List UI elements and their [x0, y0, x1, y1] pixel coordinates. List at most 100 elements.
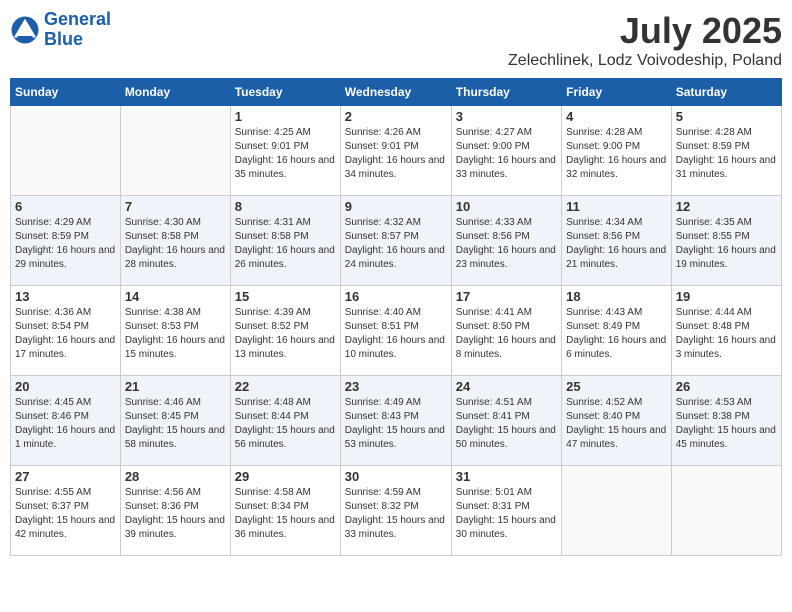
calendar-cell: 6 Sunrise: 4:29 AM Sunset: 8:59 PM Daylig… — [11, 196, 121, 286]
calendar-week-row: 13Sunrise: 4:36 AM Sunset: 8:54 PM Dayli… — [11, 286, 782, 376]
day-info: Sunrise: 4:27 AM Sunset: 9:00 PM Dayligh… — [456, 126, 557, 182]
day-info: Sunrise: 4:38 AM Sunset: 8:53 PM Dayligh… — [125, 306, 226, 362]
day-info: Sunrise: 4:26 AM Sunset: 9:01 PM Dayligh… — [345, 126, 447, 182]
day-number: 1 — [235, 109, 336, 124]
calendar-cell: 23 Sunrise: 4:49 AM Sunset: 8:43 PM Dayli… — [340, 376, 451, 466]
day-number: 4 — [566, 109, 667, 124]
weekday-header: Sunday — [11, 79, 121, 106]
location-title: Zelechlinek, Lodz Voivodeship, Poland — [508, 52, 782, 70]
title-block: July 2025 Zelechlinek, Lodz Voivodeship,… — [508, 10, 782, 70]
calendar-table: SundayMondayTuesdayWednesdayThursdayFrid… — [10, 78, 782, 556]
day-info: Sunrise: 4:48 AM Sunset: 8:44 PM Dayligh… — [235, 396, 336, 452]
day-info: Sunrise: 4:25 AM Sunset: 9:01 PM Dayligh… — [235, 126, 336, 182]
calendar-cell: 13Sunrise: 4:36 AM Sunset: 8:54 PM Dayli… — [11, 286, 121, 376]
day-number: 31 — [456, 469, 557, 484]
calendar-week-row: 6 Sunrise: 4:29 AM Sunset: 8:59 PM Daylig… — [11, 196, 782, 286]
day-info: Sunrise: 4:53 AM Sunset: 8:38 PM Dayligh… — [676, 396, 777, 452]
day-info: Sunrise: 4:30 AM Sunset: 8:58 PM Dayligh… — [125, 216, 226, 272]
calendar-cell: 22Sunrise: 4:48 AM Sunset: 8:44 PM Dayli… — [230, 376, 340, 466]
calendar-cell: 1 Sunrise: 4:25 AM Sunset: 9:01 PM Daylig… — [230, 106, 340, 196]
day-info: Sunrise: 4:55 AM Sunset: 8:37 PM Dayligh… — [15, 486, 116, 542]
day-number: 5 — [676, 109, 777, 124]
calendar-cell: 21 Sunrise: 4:46 AM Sunset: 8:45 PM Dayli… — [120, 376, 230, 466]
day-number: 2 — [345, 109, 447, 124]
day-number: 16 — [345, 289, 447, 304]
calendar-cell: 8 Sunrise: 4:31 AM Sunset: 8:58 PM Daylig… — [230, 196, 340, 286]
day-number: 29 — [235, 469, 336, 484]
calendar-cell: 25Sunrise: 4:52 AM Sunset: 8:40 PM Dayli… — [562, 376, 672, 466]
calendar-cell: 19 Sunrise: 4:44 AM Sunset: 8:48 PM Dayli… — [671, 286, 781, 376]
day-info: Sunrise: 4:43 AM Sunset: 8:49 PM Dayligh… — [566, 306, 667, 362]
day-number: 25 — [566, 379, 667, 394]
day-info: Sunrise: 4:31 AM Sunset: 8:58 PM Dayligh… — [235, 216, 336, 272]
calendar-cell: 14 Sunrise: 4:38 AM Sunset: 8:53 PM Dayli… — [120, 286, 230, 376]
day-info: Sunrise: 4:28 AM Sunset: 9:00 PM Dayligh… — [566, 126, 667, 182]
weekday-header: Monday — [120, 79, 230, 106]
calendar-header-row: SundayMondayTuesdayWednesdayThursdayFrid… — [11, 79, 782, 106]
day-number: 9 — [345, 199, 447, 214]
logo-icon — [10, 15, 40, 45]
day-number: 7 — [125, 199, 226, 214]
page-header: General Blue July 2025 Zelechlinek, Lodz… — [10, 10, 782, 70]
weekday-header: Wednesday — [340, 79, 451, 106]
logo: General Blue — [10, 10, 111, 50]
day-number: 8 — [235, 199, 336, 214]
day-number: 11 — [566, 199, 667, 214]
calendar-cell: 3Sunrise: 4:27 AM Sunset: 9:00 PM Daylig… — [451, 106, 561, 196]
month-title: July 2025 — [508, 10, 782, 52]
day-number: 20 — [15, 379, 116, 394]
calendar-cell: 26 Sunrise: 4:53 AM Sunset: 8:38 PM Dayli… — [671, 376, 781, 466]
day-number: 24 — [456, 379, 557, 394]
calendar-cell — [671, 466, 781, 556]
calendar-cell — [562, 466, 672, 556]
day-info: Sunrise: 4:41 AM Sunset: 8:50 PM Dayligh… — [456, 306, 557, 362]
calendar-week-row: 1 Sunrise: 4:25 AM Sunset: 9:01 PM Daylig… — [11, 106, 782, 196]
day-number: 26 — [676, 379, 777, 394]
logo-text: General Blue — [44, 10, 111, 50]
calendar-cell: 29 Sunrise: 4:58 AM Sunset: 8:34 PM Dayli… — [230, 466, 340, 556]
calendar-cell: 4 Sunrise: 4:28 AM Sunset: 9:00 PM Daylig… — [562, 106, 672, 196]
calendar-cell: 10Sunrise: 4:33 AM Sunset: 8:56 PM Dayli… — [451, 196, 561, 286]
day-info: Sunrise: 4:58 AM Sunset: 8:34 PM Dayligh… — [235, 486, 336, 542]
day-number: 12 — [676, 199, 777, 214]
calendar-cell: 17 Sunrise: 4:41 AM Sunset: 8:50 PM Dayli… — [451, 286, 561, 376]
calendar-cell: 5 Sunrise: 4:28 AM Sunset: 8:59 PM Daylig… — [671, 106, 781, 196]
day-number: 15 — [235, 289, 336, 304]
day-number: 14 — [125, 289, 226, 304]
calendar-cell: 30Sunrise: 4:59 AM Sunset: 8:32 PM Dayli… — [340, 466, 451, 556]
day-info: Sunrise: 4:39 AM Sunset: 8:52 PM Dayligh… — [235, 306, 336, 362]
day-number: 6 — [15, 199, 116, 214]
day-info: Sunrise: 4:29 AM Sunset: 8:59 PM Dayligh… — [15, 216, 116, 272]
day-number: 19 — [676, 289, 777, 304]
calendar-cell: 20 Sunrise: 4:45 AM Sunset: 8:46 PM Dayli… — [11, 376, 121, 466]
day-info: Sunrise: 4:28 AM Sunset: 8:59 PM Dayligh… — [676, 126, 777, 182]
weekday-header: Friday — [562, 79, 672, 106]
day-info: Sunrise: 4:32 AM Sunset: 8:57 PM Dayligh… — [345, 216, 447, 272]
calendar-cell: 2 Sunrise: 4:26 AM Sunset: 9:01 PM Daylig… — [340, 106, 451, 196]
weekday-header: Thursday — [451, 79, 561, 106]
calendar-cell: 31 Sunrise: 5:01 AM Sunset: 8:31 PM Dayli… — [451, 466, 561, 556]
day-info: Sunrise: 4:46 AM Sunset: 8:45 PM Dayligh… — [125, 396, 226, 452]
calendar-cell — [120, 106, 230, 196]
day-info: Sunrise: 4:45 AM Sunset: 8:46 PM Dayligh… — [15, 396, 116, 452]
day-info: Sunrise: 4:33 AM Sunset: 8:56 PM Dayligh… — [456, 216, 557, 272]
calendar-cell: 12 Sunrise: 4:35 AM Sunset: 8:55 PM Dayli… — [671, 196, 781, 286]
day-info: Sunrise: 4:35 AM Sunset: 8:55 PM Dayligh… — [676, 216, 777, 272]
day-number: 17 — [456, 289, 557, 304]
day-info: Sunrise: 4:44 AM Sunset: 8:48 PM Dayligh… — [676, 306, 777, 362]
calendar-cell: 11Sunrise: 4:34 AM Sunset: 8:56 PM Dayli… — [562, 196, 672, 286]
day-number: 23 — [345, 379, 447, 394]
day-number: 21 — [125, 379, 226, 394]
day-info: Sunrise: 5:01 AM Sunset: 8:31 PM Dayligh… — [456, 486, 557, 542]
day-info: Sunrise: 4:51 AM Sunset: 8:41 PM Dayligh… — [456, 396, 557, 452]
weekday-header: Saturday — [671, 79, 781, 106]
calendar-week-row: 20 Sunrise: 4:45 AM Sunset: 8:46 PM Dayli… — [11, 376, 782, 466]
day-info: Sunrise: 4:49 AM Sunset: 8:43 PM Dayligh… — [345, 396, 447, 452]
calendar-cell: 9 Sunrise: 4:32 AM Sunset: 8:57 PM Daylig… — [340, 196, 451, 286]
calendar-cell — [11, 106, 121, 196]
calendar-cell: 7 Sunrise: 4:30 AM Sunset: 8:58 PM Daylig… — [120, 196, 230, 286]
calendar-cell: 15 Sunrise: 4:39 AM Sunset: 8:52 PM Dayli… — [230, 286, 340, 376]
day-number: 18 — [566, 289, 667, 304]
calendar-cell: 18 Sunrise: 4:43 AM Sunset: 8:49 PM Dayli… — [562, 286, 672, 376]
calendar-cell: 24 Sunrise: 4:51 AM Sunset: 8:41 PM Dayli… — [451, 376, 561, 466]
